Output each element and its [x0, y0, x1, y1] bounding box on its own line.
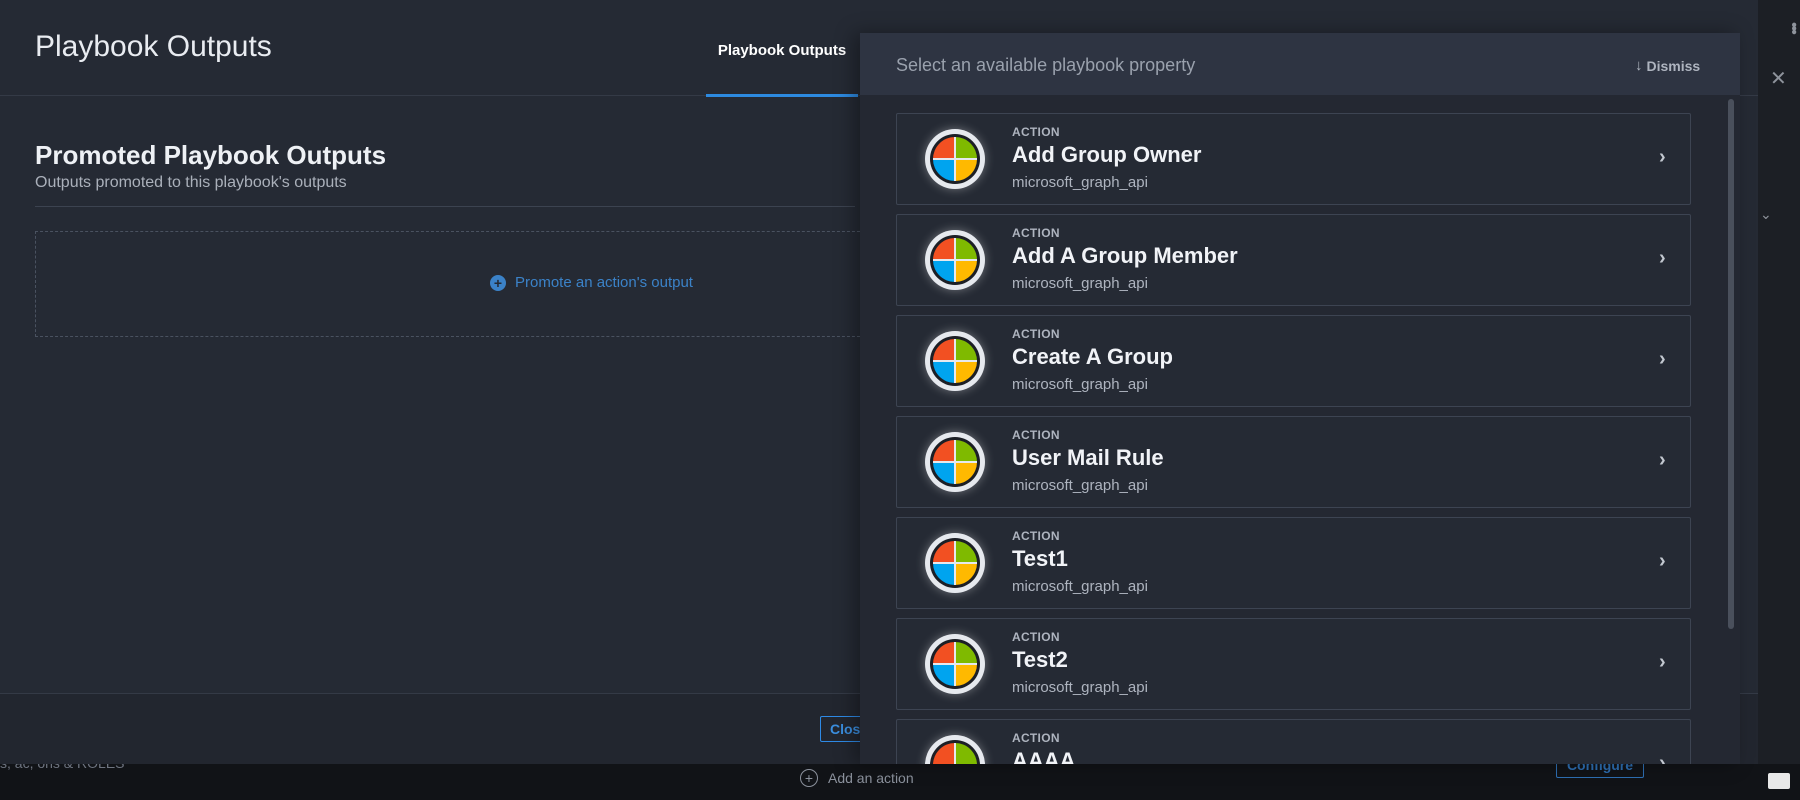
keyboard-icon[interactable]: [1768, 773, 1790, 789]
microsoft-logo-icon: [925, 735, 985, 764]
microsoft-logo-icon: [925, 230, 985, 290]
action-kind: ACTION: [1012, 125, 1060, 139]
section-subtitle: Outputs promoted to this playbook's outp…: [35, 174, 347, 191]
chevron-down-icon[interactable]: ⌄: [1760, 206, 1772, 223]
chevron-right-icon: ›: [1659, 550, 1666, 572]
action-connector: microsoft_graph_api: [1012, 679, 1148, 696]
action-name: Add A Group Member: [1012, 243, 1238, 268]
microsoft-logo-icon: [925, 331, 985, 391]
action-card-6[interactable]: ACTION Test2 microsoft_graph_api ›: [896, 618, 1691, 710]
chevron-right-icon: ›: [1659, 146, 1666, 168]
section-divider: [35, 206, 855, 207]
plus-circle-icon: +: [490, 274, 506, 291]
add-action-button[interactable]: + Add an action: [800, 769, 914, 787]
action-connector: microsoft_graph_api: [1012, 174, 1148, 191]
active-tab-indicator: [706, 94, 858, 97]
action-kind: ACTION: [1012, 428, 1060, 442]
dismiss-label: Dismiss: [1646, 57, 1701, 74]
microsoft-logo-icon: [925, 432, 985, 492]
dismiss-button[interactable]: ↓ Dismiss: [1635, 57, 1700, 74]
background-right-strip: [1758, 0, 1800, 764]
microsoft-logo-icon: [925, 129, 985, 189]
panel-scrollbar[interactable]: [1728, 99, 1734, 629]
action-kind: ACTION: [1012, 630, 1060, 644]
action-kind: ACTION: [1012, 731, 1060, 745]
action-name: Add Group Owner: [1012, 142, 1202, 167]
plus-icon: +: [800, 769, 818, 787]
action-name: Test2: [1012, 647, 1068, 672]
action-card-2[interactable]: ACTION Add A Group Member microsoft_grap…: [896, 214, 1691, 306]
action-card-4[interactable]: ACTION User Mail Rule microsoft_graph_ap…: [896, 416, 1691, 508]
section-title: Promoted Playbook Outputs: [35, 140, 387, 170]
property-selector-panel: Select an available playbook property ↓ …: [860, 33, 1740, 764]
action-name: Test1: [1012, 546, 1068, 571]
add-action-label: Add an action: [828, 770, 914, 786]
promote-output-button[interactable]: + Promote an action's output: [490, 274, 693, 291]
action-kind: ACTION: [1012, 226, 1060, 240]
chevron-right-icon: ›: [1659, 247, 1666, 269]
action-name: User Mail Rule: [1012, 445, 1164, 470]
tab-playbook-outputs[interactable]: Playbook Outputs: [706, 38, 858, 97]
action-card-7[interactable]: ACTION AAAA microsoft_graph_api ›: [896, 719, 1691, 764]
chevron-right-icon: ›: [1659, 651, 1666, 673]
chevron-right-icon: ›: [1659, 449, 1666, 471]
page-title: Playbook Outputs: [35, 30, 272, 63]
action-card-3[interactable]: ACTION Create A Group microsoft_graph_ap…: [896, 315, 1691, 407]
promote-output-label: Promote an action's output: [515, 274, 693, 291]
action-card-1[interactable]: ACTION Add Group Owner microsoft_graph_a…: [896, 113, 1691, 205]
panel-header: Select an available playbook property ↓ …: [860, 33, 1740, 95]
chevron-right-icon: ›: [1659, 348, 1666, 370]
action-connector: microsoft_graph_api: [1012, 275, 1148, 292]
microsoft-logo-icon: [925, 533, 985, 593]
action-connector: microsoft_graph_api: [1012, 376, 1148, 393]
action-name: AAAA: [1012, 748, 1076, 764]
microsoft-logo-icon: [925, 634, 985, 694]
close-icon[interactable]: ✕: [1770, 66, 1787, 91]
tab-label: Playbook Outputs: [717, 42, 847, 59]
action-kind: ACTION: [1012, 327, 1060, 341]
arrow-down-icon: ↓: [1635, 57, 1643, 74]
action-name: Create A Group: [1012, 344, 1173, 369]
promote-output-dropzone: [35, 231, 875, 337]
chevron-right-icon: ›: [1659, 752, 1666, 764]
action-connector: microsoft_graph_api: [1012, 477, 1148, 494]
action-card-5[interactable]: ACTION Test1 microsoft_graph_api ›: [896, 517, 1691, 609]
action-connector: microsoft_graph_api: [1012, 578, 1148, 595]
action-kind: ACTION: [1012, 529, 1060, 543]
more-options-icon[interactable]: •••: [1784, 22, 1800, 33]
panel-prompt: Select an available playbook property: [896, 55, 1196, 75]
